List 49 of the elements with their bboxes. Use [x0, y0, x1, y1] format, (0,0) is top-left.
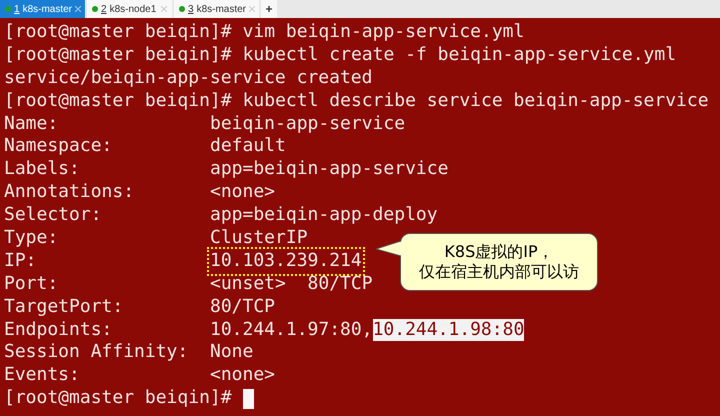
- tab[interactable]: 2 k8s-node1: [87, 0, 172, 18]
- tab-number: 3: [188, 2, 194, 16]
- output-text: service/beiqin-app-service created: [4, 66, 372, 90]
- field-label: Endpoints:: [4, 318, 114, 342]
- field-label: Selector:: [4, 204, 103, 228]
- field-value: app=beiqin-app-deploy: [210, 204, 438, 228]
- field-label: Labels:: [4, 158, 81, 182]
- tab-label: k8s-master: [22, 2, 72, 16]
- field-value: <none>: [210, 364, 276, 388]
- field-label: Name:: [4, 112, 60, 136]
- shell-prompt: [root@master beiqin]#: [4, 21, 232, 44]
- field-value: 10.244.1.97:80,: [210, 318, 373, 342]
- close-icon[interactable]: [161, 6, 167, 12]
- tab[interactable]: 3 k8s-master: [174, 0, 259, 18]
- shell-prompt: [root@master beiqin]#: [4, 90, 232, 113]
- field-label: Port:: [4, 272, 60, 296]
- field-value: None: [210, 341, 254, 364]
- close-icon[interactable]: [75, 6, 82, 12]
- field-label: TargetPort:: [4, 296, 124, 319]
- field-value: <unset> 80/TCP: [210, 272, 373, 296]
- tab-label: k8s-node1: [110, 2, 156, 16]
- shell-prompt: [root@master beiqin]#: [4, 387, 232, 410]
- tab-number: 2: [101, 2, 107, 16]
- field-value: default: [210, 135, 286, 158]
- field-label: Annotations:: [4, 181, 136, 204]
- field-label: Namespace:: [4, 135, 114, 158]
- field-value: 10.244.1.98:80: [372, 318, 524, 342]
- tab[interactable]: 1 k8s-master: [0, 0, 85, 18]
- field-label: IP:: [4, 250, 38, 273]
- callout-text: 仅在宿主机内部可以访: [419, 262, 579, 282]
- callout-text: K8S虚拟的IP，: [444, 242, 554, 262]
- field-label: Events:: [4, 364, 81, 388]
- field-label: Type:: [4, 227, 60, 250]
- new-tab-button[interactable]: +: [261, 0, 277, 18]
- command-text: vim beiqin-app-service.yml: [242, 21, 524, 44]
- field-label: Session Affinity:: [4, 341, 190, 364]
- tab-number: 1: [14, 2, 20, 16]
- tab-label: k8s-master: [196, 2, 246, 16]
- command-text: kubectl create -f beiqin-app-service.yml: [242, 44, 676, 67]
- field-value: <none>: [210, 181, 276, 204]
- shell-prompt: [root@master beiqin]#: [4, 44, 232, 67]
- close-icon[interactable]: [249, 6, 256, 12]
- field-value: 80/TCP: [210, 296, 276, 319]
- field-value: beiqin-app-service: [210, 112, 406, 136]
- field-value: 10.103.239.214: [210, 250, 362, 273]
- command-text: kubectl describe service beiqin-app-service: [242, 90, 709, 113]
- field-value: app=beiqin-app-service: [210, 158, 448, 182]
- text-cursor: [242, 388, 254, 409]
- field-value: ClusterIP: [210, 227, 308, 250]
